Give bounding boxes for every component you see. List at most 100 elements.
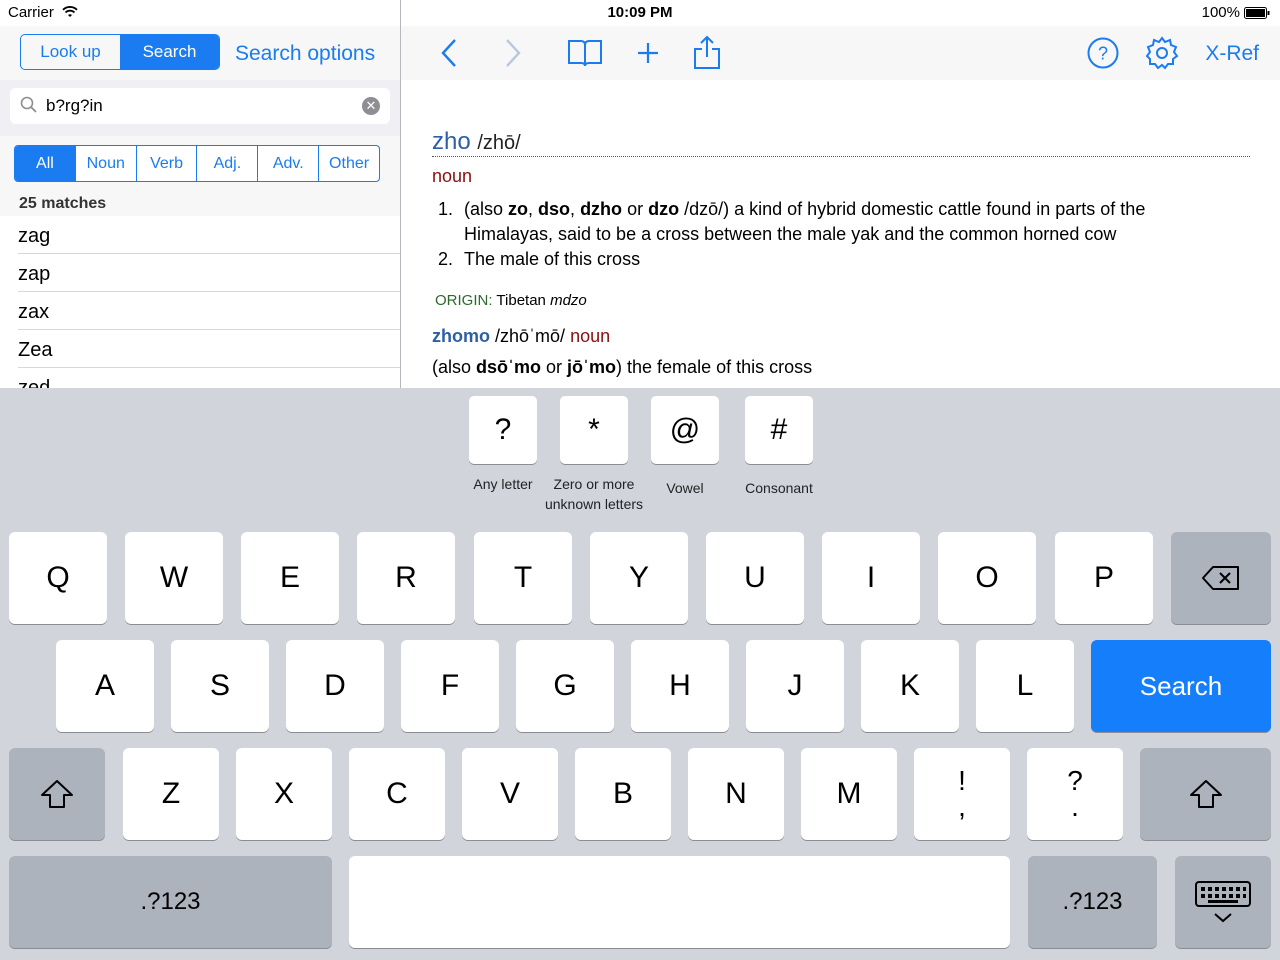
filter-noun[interactable]: Noun xyxy=(74,146,136,181)
wildcard-consonant-key[interactable]: # xyxy=(745,396,813,464)
key-x[interactable]: X xyxy=(236,748,332,840)
key-n[interactable]: N xyxy=(688,748,784,840)
filter-adj[interactable]: Adj. xyxy=(196,146,257,181)
key-v[interactable]: V xyxy=(462,748,558,840)
key-y[interactable]: Y xyxy=(590,532,688,624)
entry-toolbar: ? X-Ref xyxy=(401,26,1280,80)
pronunciation: /zhō/ xyxy=(477,132,521,154)
dismiss-keyboard-key[interactable] xyxy=(1175,856,1271,948)
sense-number: 1. xyxy=(438,199,454,219)
key-b[interactable]: B xyxy=(575,748,671,840)
filter-other[interactable]: Other xyxy=(318,146,379,181)
backspace-icon xyxy=(1202,566,1239,590)
variant-link[interactable]: dso xyxy=(538,199,570,219)
svg-text:?: ? xyxy=(1098,44,1108,64)
numbers-key-right[interactable]: .?123 xyxy=(1028,856,1157,948)
mode-segmented-control: Look up Search xyxy=(20,34,220,70)
wildcard-label: Vowel xyxy=(666,480,704,496)
list-item[interactable]: zag xyxy=(18,216,400,254)
filter-verb[interactable]: Verb xyxy=(135,146,197,181)
sense-1-line-2: Himalayas, said to be a cross between th… xyxy=(464,224,1117,244)
variant-link[interactable]: dzo xyxy=(648,199,679,219)
key-g[interactable]: G xyxy=(516,640,614,732)
headword: zho xyxy=(432,128,471,155)
clock: 10:09 PM xyxy=(607,4,673,21)
filter-adv[interactable]: Adv. xyxy=(257,146,318,181)
help-icon[interactable]: ? xyxy=(1087,37,1119,69)
key-i[interactable]: I xyxy=(822,532,920,624)
variant-link[interactable]: zo xyxy=(508,199,528,219)
gear-icon[interactable] xyxy=(1145,36,1179,70)
key-t[interactable]: T xyxy=(474,532,572,624)
search-query: b?rg?in xyxy=(46,96,103,115)
key-w[interactable]: W xyxy=(125,532,223,624)
key-m[interactable]: M xyxy=(801,748,897,840)
wildcard-vowel-key[interactable]: @ xyxy=(651,396,719,464)
filter-all[interactable]: All xyxy=(15,146,75,181)
subentry-line: zhomo /zhōˈmō/ noun xyxy=(432,326,610,347)
key-exclaim-comma[interactable]: ! , xyxy=(914,748,1010,840)
wildcard-label: Zero or more unknown letters xyxy=(544,476,644,512)
shift-key-right[interactable] xyxy=(1140,748,1271,840)
key-p[interactable]: P xyxy=(1055,532,1153,624)
subentry-word: zhomo xyxy=(432,326,490,346)
key-f[interactable]: F xyxy=(401,640,499,732)
key-h[interactable]: H xyxy=(631,640,729,732)
sense-1-line-1: (also zo, dso, dzho or dzo /dzō/) a kind… xyxy=(464,199,1146,219)
dictionary-entry: zho /zhō/ noun 1. (also zo, dso, dzho or… xyxy=(401,80,1280,388)
list-item[interactable]: zed xyxy=(18,368,400,388)
variant-link[interactable]: dsōˈmo xyxy=(476,357,541,377)
forward-icon[interactable] xyxy=(501,36,525,70)
list-item[interactable]: zax xyxy=(18,292,400,330)
key-l[interactable]: L xyxy=(976,640,1074,732)
status-bar: Carrier 10:09 PM 100% xyxy=(0,0,1280,26)
variant-link[interactable]: dzho xyxy=(580,199,622,219)
part-of-speech-filter: All Noun Verb Adj. Adv. Other xyxy=(14,145,380,182)
add-icon[interactable] xyxy=(636,41,660,65)
numbers-key-left[interactable]: .?123 xyxy=(9,856,332,948)
subentry-definition: (also dsōˈmo or jōˈmo) the female of thi… xyxy=(432,357,813,377)
shift-icon xyxy=(1189,780,1222,808)
part-of-speech: noun xyxy=(432,166,473,186)
search-tab[interactable]: Search xyxy=(120,35,219,69)
wildcard-any-letter-key[interactable]: ? xyxy=(469,396,537,464)
key-c[interactable]: C xyxy=(349,748,445,840)
xref-button[interactable]: X-Ref xyxy=(1205,42,1259,66)
headword-line: zho /zhō/ xyxy=(432,128,521,156)
wildcard-label: Consonant xyxy=(745,480,813,496)
key-d[interactable]: D xyxy=(286,640,384,732)
search-options-button[interactable]: Search options xyxy=(235,42,375,66)
results-list[interactable]: zag zap zax Zea zed xyxy=(0,216,400,388)
list-item[interactable]: Zea xyxy=(18,330,400,368)
search-input[interactable]: b?rg?in ✕ xyxy=(10,88,390,124)
key-s[interactable]: S xyxy=(171,640,269,732)
backspace-key[interactable] xyxy=(1171,532,1271,624)
headword-divider xyxy=(432,156,1250,157)
lookup-tab[interactable]: Look up xyxy=(21,35,120,69)
key-o[interactable]: O xyxy=(938,532,1036,624)
key-z[interactable]: Z xyxy=(123,748,219,840)
keyboard: ? Any letter * Zero or more unknown lett… xyxy=(0,388,1280,960)
list-item[interactable]: zap xyxy=(18,254,400,292)
key-j[interactable]: J xyxy=(746,640,844,732)
variant-link[interactable]: jōˈmo xyxy=(567,357,616,377)
clear-icon[interactable]: ✕ xyxy=(362,97,380,115)
key-a[interactable]: A xyxy=(56,640,154,732)
space-key[interactable] xyxy=(349,856,1010,948)
subentry-pronunciation: /zhōˈmō/ xyxy=(495,326,566,346)
book-icon[interactable] xyxy=(567,37,603,69)
key-e[interactable]: E xyxy=(241,532,339,624)
key-r[interactable]: R xyxy=(357,532,455,624)
shift-key-left[interactable] xyxy=(9,748,105,840)
share-icon[interactable] xyxy=(693,34,721,70)
key-u[interactable]: U xyxy=(706,532,804,624)
search-icon xyxy=(20,96,37,113)
key-question-period[interactable]: ? . xyxy=(1027,748,1123,840)
origin-label: ORIGIN: xyxy=(435,292,493,309)
battery-indicator: 100% xyxy=(1202,4,1270,21)
search-key[interactable]: Search xyxy=(1091,640,1271,732)
key-k[interactable]: K xyxy=(861,640,959,732)
wildcard-zero-or-more-key[interactable]: * xyxy=(560,396,628,464)
key-q[interactable]: Q xyxy=(9,532,107,624)
back-icon[interactable] xyxy=(437,36,461,70)
